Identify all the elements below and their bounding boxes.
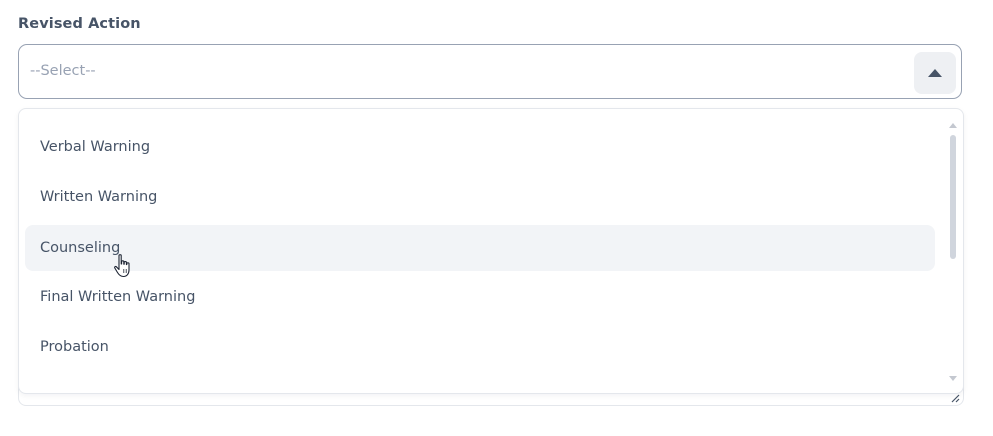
- scroll-down-icon[interactable]: [949, 376, 957, 381]
- select-placeholder: --Select--: [30, 63, 96, 79]
- option-counseling[interactable]: Counseling: [25, 225, 935, 271]
- dropdown-scrollbar[interactable]: [947, 119, 959, 385]
- scroll-thumb[interactable]: [950, 135, 956, 259]
- option-label: Written Warning: [40, 189, 158, 205]
- scroll-up-icon[interactable]: [949, 123, 957, 128]
- dropdown-menu: Verbal Warning Written Warning Counselin…: [18, 108, 964, 394]
- option-probation[interactable]: Probation: [25, 324, 935, 370]
- option-label: Counseling: [40, 240, 121, 256]
- revised-action-select[interactable]: --Select--: [18, 44, 962, 99]
- option-label: Final Written Warning: [40, 289, 196, 305]
- caret-up-icon: [928, 69, 942, 77]
- resize-grip-icon[interactable]: [950, 393, 960, 403]
- option-label: Verbal Warning: [40, 139, 151, 155]
- option-label: Probation: [40, 339, 109, 355]
- option-verbal-warning[interactable]: Verbal Warning: [25, 124, 935, 170]
- revised-action-label: Revised Action: [18, 16, 141, 32]
- option-written-warning[interactable]: Written Warning: [25, 174, 935, 220]
- dropdown-toggle-button[interactable]: [914, 52, 956, 94]
- option-final-written-warning[interactable]: Final Written Warning: [25, 274, 935, 320]
